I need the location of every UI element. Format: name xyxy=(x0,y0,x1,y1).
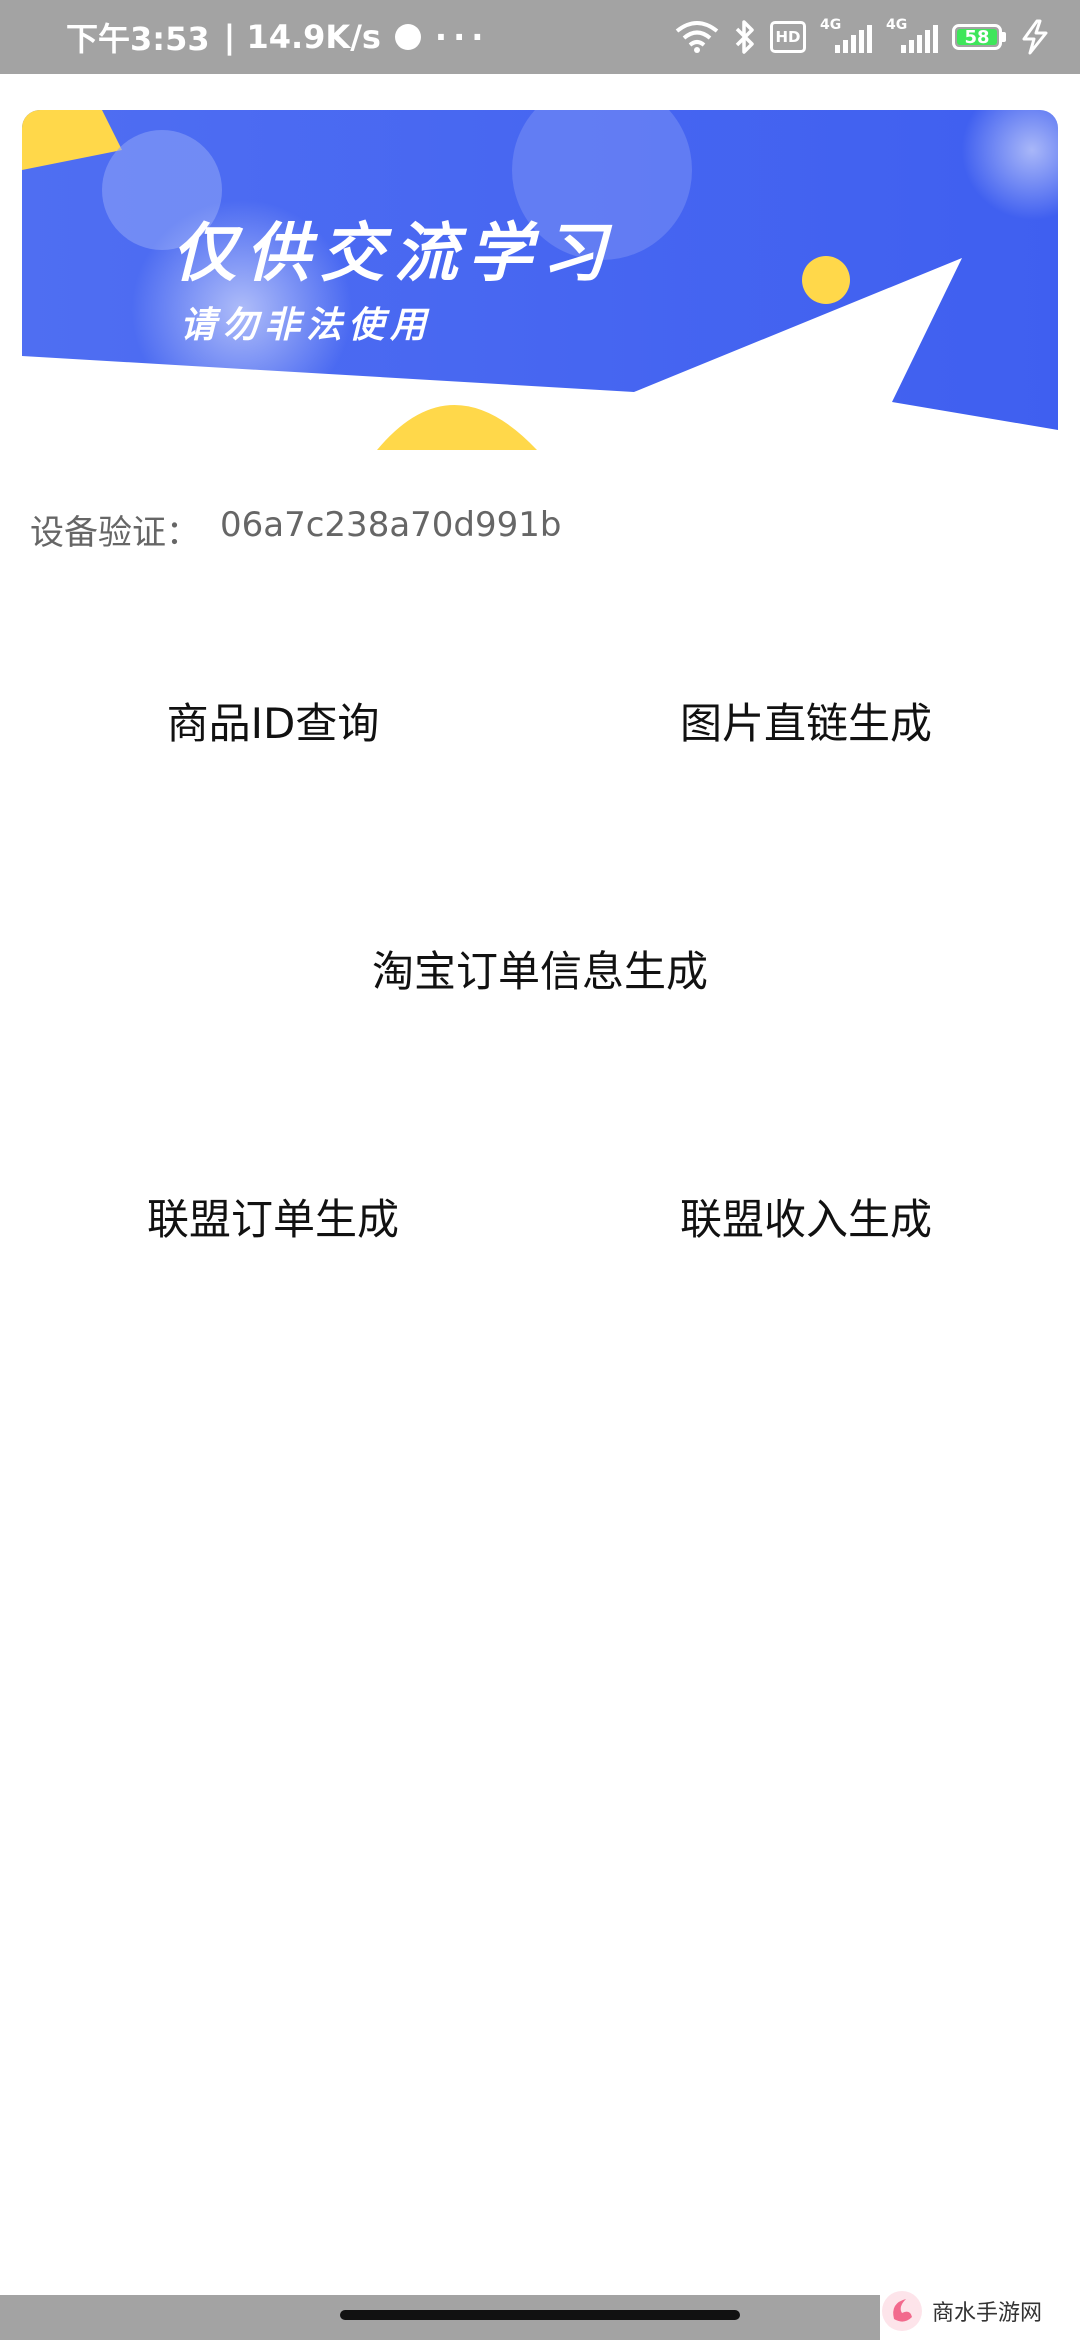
notification-dot-icon xyxy=(394,24,421,50)
device-id: 06a7c238a70d991b xyxy=(220,505,562,545)
device-verification: 设备验证： 06a7c238a70d991b xyxy=(30,505,561,554)
charging-icon xyxy=(1022,19,1048,55)
hd-voice-icon: HD xyxy=(770,21,806,53)
watermark: 商水手游网 xyxy=(880,2282,1080,2340)
device-label: 设备验证： xyxy=(30,513,200,553)
more-notifications-icon: ··· xyxy=(434,18,490,56)
home-indicator[interactable] xyxy=(340,2310,740,2320)
watermark-logo-icon xyxy=(882,2291,922,2331)
product-id-query-button[interactable]: 商品ID查询 xyxy=(167,690,380,751)
cell-signal-1-icon: 4G xyxy=(820,17,872,57)
cell-signal-2-icon: 4G xyxy=(886,17,938,57)
image-link-generate-button[interactable]: 图片直链生成 xyxy=(680,690,932,751)
wifi-icon xyxy=(675,21,719,53)
banner-subtitle: 请勿非法使用 xyxy=(180,305,433,346)
status-bar: 下午3:53 | 14.9K/s ··· HD 4G 4G 58 xyxy=(0,0,1080,74)
clock: 下午3:53 xyxy=(66,20,210,58)
watermark-text: 商水手游网 xyxy=(932,2301,1043,2326)
bluetooth-icon xyxy=(735,20,754,54)
banner-title: 仅供交流学习 xyxy=(172,217,616,291)
status-right: HD 4G 4G 58 xyxy=(674,0,1050,74)
union-order-generate-button[interactable]: 联盟订单生成 xyxy=(147,1186,399,1247)
battery-icon: 58 xyxy=(952,24,1006,50)
network-speed: | 14.9K/s xyxy=(223,18,381,56)
banner: 仅供交流学习 请勿非法使用 xyxy=(22,110,1058,450)
union-income-generate-button[interactable]: 联盟收入生成 xyxy=(680,1186,932,1247)
battery-level: 58 xyxy=(957,27,997,48)
taobao-order-generate-button[interactable]: 淘宝订单信息生成 xyxy=(372,938,708,999)
status-left: 下午3:53 | 14.9K/s ··· xyxy=(66,0,489,74)
